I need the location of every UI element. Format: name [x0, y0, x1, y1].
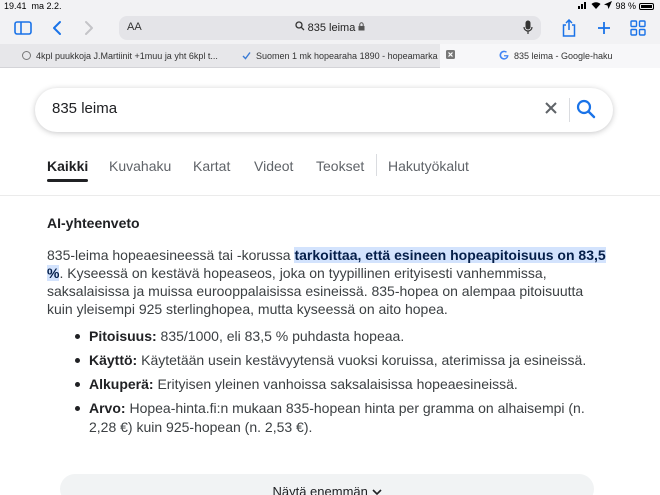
- sidebar-toggle-icon[interactable]: [12, 17, 34, 39]
- battery-percent: 98 %: [615, 1, 636, 11]
- tab-label: 4kpl puukkoja J.Martiinit +1muu ja yht 6…: [36, 51, 218, 61]
- tab-hakutyokalut[interactable]: Hakutyökalut: [388, 158, 469, 174]
- para-rest: . Kyseessä on kestävä hopeaseos, joka on…: [47, 265, 584, 317]
- list-item: Käyttö: Käytetään usein kestävyytensä vu…: [75, 351, 605, 370]
- active-tab-underline: [47, 179, 88, 182]
- clear-search-button[interactable]: [544, 98, 558, 120]
- show-more-button[interactable]: Näytä enemmän: [60, 474, 594, 495]
- bullet-text: Hopea-hinta.fi:n mukaan 835-hopean hinta…: [89, 400, 585, 435]
- bullet-label: Alkuperä:: [89, 376, 154, 392]
- tab-label: 835 leima - Google-haku: [514, 51, 613, 61]
- bullet-label: Käyttö:: [89, 352, 138, 368]
- tab-kaikki[interactable]: Kaikki: [47, 158, 88, 174]
- bullet-label: Pitoisuus:: [89, 328, 157, 344]
- tab-videot[interactable]: Videot: [254, 158, 293, 174]
- status-time: 19.41 ma 2.2.: [4, 1, 62, 11]
- chevron-down-icon: [371, 484, 382, 495]
- browser-toolbar: AA 835 leima: [0, 13, 660, 44]
- address-display[interactable]: 835 leima: [119, 21, 541, 34]
- bullet-text: Erityisen yleinen vanhoissa saksalaisiss…: [153, 376, 518, 392]
- address-text: 835 leima: [307, 22, 356, 34]
- forward-arrow-icon[interactable]: [80, 17, 98, 39]
- close-tab-icon[interactable]: [446, 50, 455, 62]
- bullet-label: Arvo:: [89, 400, 126, 416]
- status-indicators: 98 %: [578, 1, 654, 11]
- search-input[interactable]: 835 leima: [52, 100, 117, 117]
- check-icon: [242, 51, 251, 62]
- wifi-icon: [591, 1, 601, 11]
- status-bar: 19.41 ma 2.2. 98 %: [0, 0, 660, 13]
- battery-icon: [639, 2, 654, 10]
- nav-separator: [0, 195, 660, 196]
- ai-overview-paragraph: 835-leima hopeaesineessä tai -korussa ta…: [47, 246, 607, 318]
- tab-kuvahaku[interactable]: Kuvahaku: [109, 158, 171, 174]
- search-box[interactable]: 835 leima: [35, 88, 613, 132]
- signal-icon: [578, 1, 588, 11]
- tab-teokset[interactable]: Teokset: [316, 158, 364, 174]
- close-icon: [545, 102, 557, 114]
- tab-label: Suomen 1 mk hopearaha 1890 - hopeamarka.…: [256, 51, 438, 61]
- lock-icon: [358, 22, 365, 34]
- search-button[interactable]: [576, 99, 596, 124]
- tab-overview-icon[interactable]: [628, 17, 648, 39]
- ai-overview-title: AI-yhteenveto: [47, 215, 140, 231]
- address-bar[interactable]: AA 835 leima: [119, 16, 541, 40]
- location-icon: [604, 1, 613, 11]
- microphone-icon[interactable]: [523, 20, 533, 40]
- browser-tab-1[interactable]: 4kpl puukkoja J.Martiinit +1muu ja yht 6…: [22, 44, 222, 68]
- show-more-label: Näytä enemmän: [60, 484, 594, 495]
- page-icon: [22, 50, 31, 62]
- search-divider: [569, 98, 570, 122]
- list-item: Alkuperä: Erityisen yleinen vanhoissa sa…: [75, 375, 605, 394]
- browser-tab-3-active[interactable]: 835 leima - Google-haku: [440, 44, 660, 68]
- tab-kartat[interactable]: Kartat: [193, 158, 230, 174]
- tab-bar: 4kpl puukkoja J.Martiinit +1muu ja yht 6…: [0, 44, 660, 68]
- bullet-text: Käytetään usein kestävyytensä vuoksi kor…: [137, 352, 587, 368]
- back-arrow-icon[interactable]: [48, 17, 66, 39]
- new-tab-icon[interactable]: [594, 17, 614, 39]
- nav-divider: [376, 154, 377, 176]
- browser-tab-2[interactable]: Suomen 1 mk hopearaha 1890 - hopeamarka.…: [242, 44, 438, 68]
- bullet-text: 835/1000, eli 83,5 % puhdasta hopeaa.: [156, 328, 405, 344]
- share-icon[interactable]: [558, 17, 580, 39]
- para-start: 835-leima hopeaesineessä tai -korussa: [47, 247, 295, 263]
- search-small-icon: [294, 21, 308, 34]
- ai-overview-list: Pitoisuus: 835/1000, eli 83,5 % puhdasta…: [75, 327, 605, 442]
- google-icon: [499, 50, 509, 62]
- list-item: Arvo: Hopea-hinta.fi:n mukaan 835-hopean…: [75, 399, 605, 437]
- search-icon: [576, 99, 596, 119]
- list-item: Pitoisuus: 835/1000, eli 83,5 % puhdasta…: [75, 327, 605, 346]
